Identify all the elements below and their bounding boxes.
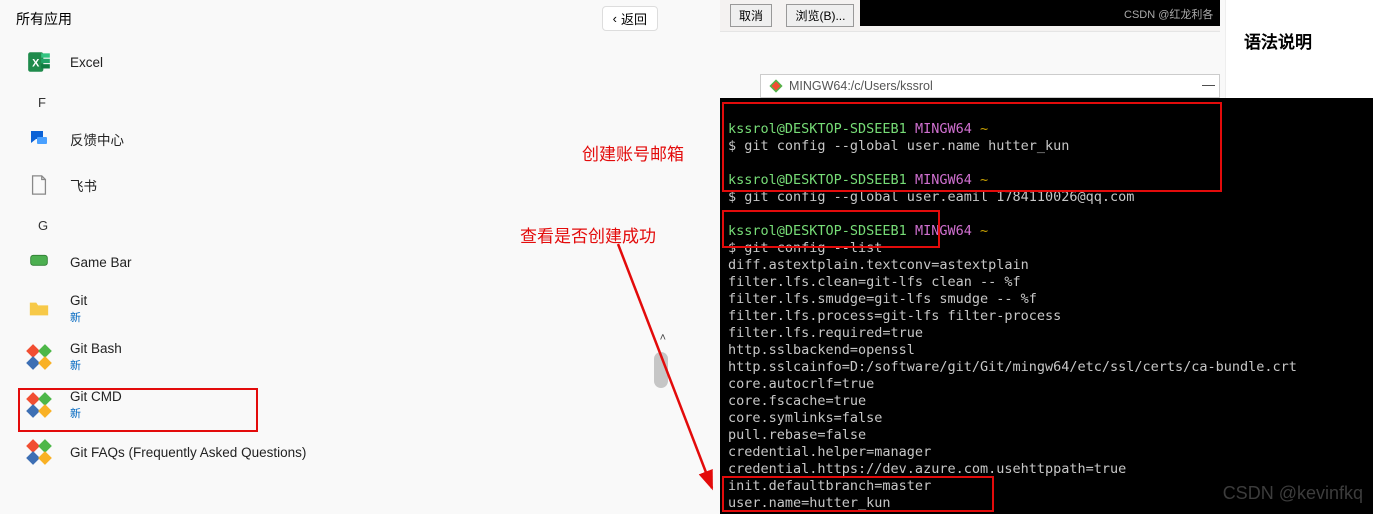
app-git-faq[interactable]: Git FAQs (Frequently Asked Questions) xyxy=(0,429,670,475)
cmd3: $ git config --list xyxy=(728,240,882,256)
prompt-sys: MINGW64 xyxy=(915,172,972,188)
out-line: credential.helper=manager xyxy=(728,444,931,460)
mingw-icon xyxy=(769,79,783,93)
scrollbar-thumb[interactable] xyxy=(654,352,668,388)
app-label: Git CMD xyxy=(70,389,122,404)
terminal-body[interactable]: kssrol@DESKTOP-SDSEEB1 MINGW64 ~ $ git c… xyxy=(720,98,1373,514)
out-line: filter.lfs.clean=git-lfs clean -- %f xyxy=(728,274,1021,290)
out-line: http.sslbackend=openssl xyxy=(728,342,915,358)
right-region: 取消 浏览(B)... CSDN @红龙利各 语法说明 MINGW64:/c/U… xyxy=(720,0,1373,514)
chevron-left-icon: ‹ xyxy=(613,11,617,26)
prompt-sys: MINGW64 xyxy=(915,121,972,137)
app-label: 飞书 xyxy=(70,175,97,195)
app-label: Excel xyxy=(70,55,103,70)
document-icon xyxy=(24,170,54,200)
terminal-titlebar[interactable]: MINGW64:/c/Users/kssrol — xyxy=(760,74,1220,98)
prompt-tilde: ~ xyxy=(980,121,988,137)
app-label: Game Bar xyxy=(70,255,132,270)
app-feishu[interactable]: 飞书 xyxy=(0,162,670,208)
app-label: Git xyxy=(70,293,87,308)
back-button[interactable]: ‹ 返回 xyxy=(602,6,658,31)
browser-dialog-strip: 取消 浏览(B)... CSDN @红龙利各 xyxy=(720,0,1220,32)
prompt-tilde: ~ xyxy=(980,172,988,188)
annotation-create-account: 创建账号邮箱 xyxy=(582,140,684,165)
app-git-bash[interactable]: Git Bash 新 xyxy=(0,333,670,381)
out-line: init.defaultbranch=master xyxy=(728,478,931,494)
app-label: 反馈中心 xyxy=(70,129,124,149)
app-git-folder[interactable]: Git 新 xyxy=(0,285,670,333)
out-line: filter.lfs.smudge=git-lfs smudge -- %f xyxy=(728,291,1037,307)
out-line: core.fscache=true xyxy=(728,393,866,409)
out-line: core.symlinks=false xyxy=(728,410,882,426)
syntax-title: 语法说明 xyxy=(1244,28,1373,53)
out-line: user.name=hutter_kun xyxy=(728,495,891,511)
prompt-tilde: ~ xyxy=(980,223,988,239)
cancel-button[interactable]: 取消 xyxy=(730,4,772,27)
folder-icon xyxy=(24,294,54,324)
app-label: Git Bash xyxy=(70,341,122,356)
out-line: http.sslcainfo=D:/software/git/Git/mingw… xyxy=(728,359,1297,375)
cmd2: $ git config --global user.eamil 1784110… xyxy=(728,189,1134,205)
prompt-sys: MINGW64 xyxy=(915,223,972,239)
watermark: CSDN @kevinfkq xyxy=(1223,483,1363,504)
new-badge: 新 xyxy=(70,309,87,325)
all-apps-title: 所有应用 xyxy=(16,9,72,29)
app-label: Git FAQs (Frequently Asked Questions) xyxy=(70,445,306,460)
out-line: pull.rebase=false xyxy=(728,427,866,443)
gamebar-icon xyxy=(24,247,54,277)
csdn-watermark-top: CSDN @红龙利各 xyxy=(1124,6,1213,22)
prompt-user: kssrol@DESKTOP-SDSEEB1 xyxy=(728,172,907,188)
terminal-title: MINGW64:/c/Users/kssrol xyxy=(789,79,933,93)
start-header: 所有应用 ‹ 返回 xyxy=(0,0,670,35)
git-cmd-icon xyxy=(24,390,54,420)
start-menu-panel: 所有应用 ‹ 返回 X Excel F 反馈中心 飞书 G xyxy=(0,0,670,514)
cmd1: $ git config --global user.name hutter_k… xyxy=(728,138,1069,154)
excel-icon: X xyxy=(24,47,54,77)
prompt-user: kssrol@DESKTOP-SDSEEB1 xyxy=(728,223,907,239)
svg-text:X: X xyxy=(32,57,40,69)
minimize-icon[interactable]: — xyxy=(1202,77,1215,92)
git-faq-icon xyxy=(24,437,54,467)
letter-f[interactable]: F xyxy=(0,85,670,116)
git-bash-icon xyxy=(24,342,54,372)
app-excel[interactable]: X Excel xyxy=(0,39,670,85)
prompt-user: kssrol@DESKTOP-SDSEEB1 xyxy=(728,121,907,137)
out-line: filter.lfs.required=true xyxy=(728,325,923,341)
out-line: credential.https://dev.azure.com.usehttp… xyxy=(728,461,1126,477)
new-badge: 新 xyxy=(70,357,122,373)
app-feedback-hub[interactable]: 反馈中心 xyxy=(0,116,670,162)
browse-button[interactable]: 浏览(B)... xyxy=(786,4,854,27)
back-label: 返回 xyxy=(621,9,647,28)
feedback-icon xyxy=(24,124,54,154)
app-git-cmd[interactable]: Git CMD 新 xyxy=(0,381,670,429)
out-line: filter.lfs.process=git-lfs filter-proces… xyxy=(728,308,1061,324)
out-line: diff.astextplain.textconv=astextplain xyxy=(728,257,1029,273)
scrollbar-chevron-up-icon[interactable]: ˄ xyxy=(660,332,666,344)
new-badge: 新 xyxy=(70,405,122,421)
app-list: X Excel F 反馈中心 飞书 G Game Bar xyxy=(0,35,670,475)
out-line: core.autocrlf=true xyxy=(728,376,874,392)
annotation-check-success: 查看是否创建成功 xyxy=(520,222,656,247)
